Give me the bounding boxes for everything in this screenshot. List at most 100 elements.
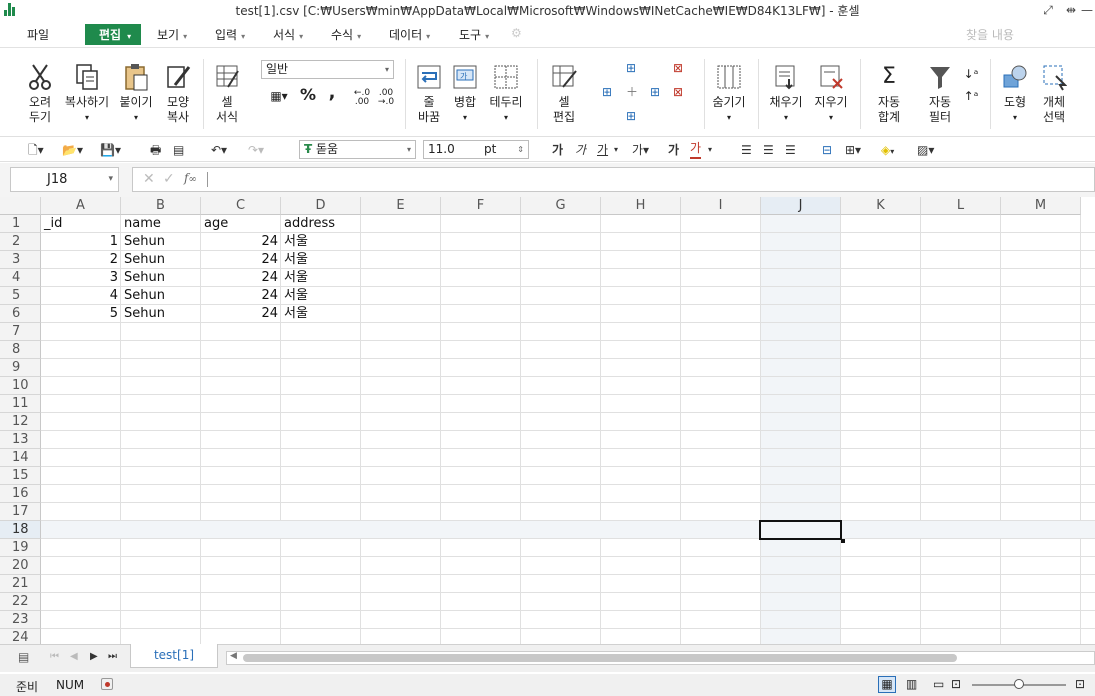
table-cell[interactable]: 1	[41, 233, 121, 251]
cell-format-button[interactable]: 셀 서식	[210, 63, 244, 125]
column-header[interactable]: A	[41, 197, 121, 215]
horizontal-scrollbar[interactable]: ◀	[226, 651, 1095, 665]
table-cell[interactable]: 24	[201, 233, 281, 251]
underline-dropdown-icon[interactable]: ▾	[614, 141, 618, 159]
align-left-icon[interactable]: ☰	[741, 141, 752, 159]
table-cell[interactable]: 서울	[281, 233, 361, 251]
column-header[interactable]: I	[681, 197, 761, 215]
row-header[interactable]: 22	[0, 593, 41, 611]
column-header[interactable]: G	[521, 197, 601, 215]
column-header[interactable]: M	[1001, 197, 1081, 215]
table-cell[interactable]: Sehun	[121, 287, 201, 305]
print-icon[interactable]: 🖶	[150, 141, 161, 159]
row-header[interactable]: 18	[0, 521, 41, 539]
cell-edit-button[interactable]: 셀 편집	[545, 63, 583, 125]
clear-button[interactable]: 지우기 ▾	[811, 63, 851, 125]
function-icon[interactable]: f∞	[184, 171, 197, 185]
insert-below-icon[interactable]: ⊞	[626, 109, 636, 124]
copy-button[interactable]: 복사하기 ▾	[62, 63, 112, 125]
zoom-in-icon[interactable]: ⊡	[1075, 677, 1085, 691]
insert-col-icon[interactable]: ⊞	[602, 85, 612, 100]
row-header[interactable]: 7	[0, 323, 41, 341]
column-header[interactable]: B	[121, 197, 201, 215]
delete-row-icon[interactable]: ⊠	[673, 61, 683, 76]
row-header[interactable]: 12	[0, 413, 41, 431]
italic-button[interactable]: 가	[575, 141, 586, 159]
select-object-button[interactable]: 개체 선택	[1036, 63, 1072, 125]
row-header[interactable]: 20	[0, 557, 41, 575]
fill-handle[interactable]	[841, 539, 845, 543]
delete-col-icon[interactable]: ⊠	[673, 85, 683, 100]
menu-data[interactable]: 데이터 ▾	[389, 26, 430, 43]
table-cell[interactable]: 5	[41, 305, 121, 323]
prev-sheet-icon[interactable]: ◀	[70, 651, 78, 662]
row-header[interactable]: 19	[0, 539, 41, 557]
table-cell[interactable]: 24	[201, 305, 281, 323]
table-cell[interactable]: 서울	[281, 269, 361, 287]
row-header[interactable]: 16	[0, 485, 41, 503]
font-size-select[interactable]: 11.0 pt ⇕	[423, 140, 529, 159]
borders-icon[interactable]: ⊞▾	[845, 141, 861, 159]
column-header[interactable]: J	[761, 197, 841, 215]
save-icon[interactable]: 💾▾	[100, 141, 121, 159]
merge-center-icon[interactable]: ⊟	[822, 141, 832, 159]
last-sheet-icon[interactable]: ⏭	[108, 651, 117, 662]
settings-icon[interactable]: ⚙	[511, 26, 522, 40]
row-header[interactable]: 15	[0, 467, 41, 485]
column-header[interactable]: K	[841, 197, 921, 215]
fullscreen-icon[interactable]: ⤢	[1041, 3, 1055, 17]
table-cell[interactable]: Sehun	[121, 269, 201, 287]
row-header[interactable]: 24	[0, 629, 41, 644]
shapes-button[interactable]: 도형 ▾	[998, 63, 1032, 125]
normal-view-icon[interactable]: ▦	[878, 676, 896, 693]
sheet-tab[interactable]: test[1]	[130, 644, 218, 668]
header-cell[interactable]: name	[121, 215, 201, 233]
new-file-icon[interactable]: 🗋▾	[28, 141, 44, 159]
hide-button[interactable]: 숨기기 ▾	[710, 63, 748, 125]
table-cell[interactable]: 4	[41, 287, 121, 305]
sort-desc-icon[interactable]: ↑ᵃ	[960, 85, 982, 107]
next-sheet-icon[interactable]: ▶	[90, 651, 98, 662]
column-header[interactable]: C	[201, 197, 281, 215]
menu-input[interactable]: 입력 ▾	[215, 26, 245, 43]
table-cell[interactable]: 24	[201, 251, 281, 269]
pattern-icon[interactable]: ▨▾	[917, 141, 934, 159]
row-header[interactable]: 10	[0, 377, 41, 395]
menu-formula[interactable]: 수식 ▾	[331, 26, 361, 43]
sort-asc-icon[interactable]: ↓ᵃ	[960, 63, 982, 85]
row-header[interactable]: 1	[0, 215, 41, 233]
border-button[interactable]: 테두리 ▾	[486, 63, 526, 125]
row-header[interactable]: 6	[0, 305, 41, 323]
font-name-select[interactable]: Ŧ 돋움 ▾	[299, 140, 416, 159]
column-header[interactable]: F	[441, 197, 521, 215]
zoom-slider-thumb[interactable]	[1014, 679, 1024, 689]
row-header[interactable]: 9	[0, 359, 41, 377]
undo-icon[interactable]: ↶▾	[211, 141, 227, 159]
row-header[interactable]: 3	[0, 251, 41, 269]
font-color-button[interactable]: 가	[690, 141, 702, 159]
page-layout-icon[interactable]: ▥	[906, 677, 917, 691]
underline-button[interactable]: 가	[597, 141, 608, 159]
format-painter-button[interactable]: 모양 복사	[160, 63, 196, 125]
record-macro-icon[interactable]	[101, 678, 113, 690]
font-color-dropdown-icon[interactable]: ▾	[708, 141, 712, 159]
cut-button[interactable]: 오려 두기	[22, 63, 58, 125]
name-box[interactable]: J18 ▾	[10, 167, 119, 192]
active-cell[interactable]	[759, 520, 842, 540]
menu-view[interactable]: 보기 ▾	[157, 26, 187, 43]
align-center-icon[interactable]: ☰	[763, 141, 774, 159]
first-sheet-icon[interactable]: ⏮	[50, 651, 59, 662]
column-header[interactable]: E	[361, 197, 441, 215]
table-cell[interactable]: 서울	[281, 305, 361, 323]
fill-color-icon[interactable]: ◈▾	[881, 141, 894, 159]
column-header[interactable]: D	[281, 197, 361, 215]
row-header[interactable]: 11	[0, 395, 41, 413]
cancel-icon[interactable]: ✕	[143, 171, 155, 187]
table-cell[interactable]: 서울	[281, 251, 361, 269]
row-header[interactable]: 13	[0, 431, 41, 449]
row-header[interactable]: 5	[0, 287, 41, 305]
zoom-out-icon[interactable]: ⊡	[951, 677, 961, 691]
fill-button[interactable]: 채우기 ▾	[766, 63, 806, 125]
minimize-icon[interactable]: —	[1080, 3, 1094, 17]
select-all-corner[interactable]	[0, 197, 41, 215]
